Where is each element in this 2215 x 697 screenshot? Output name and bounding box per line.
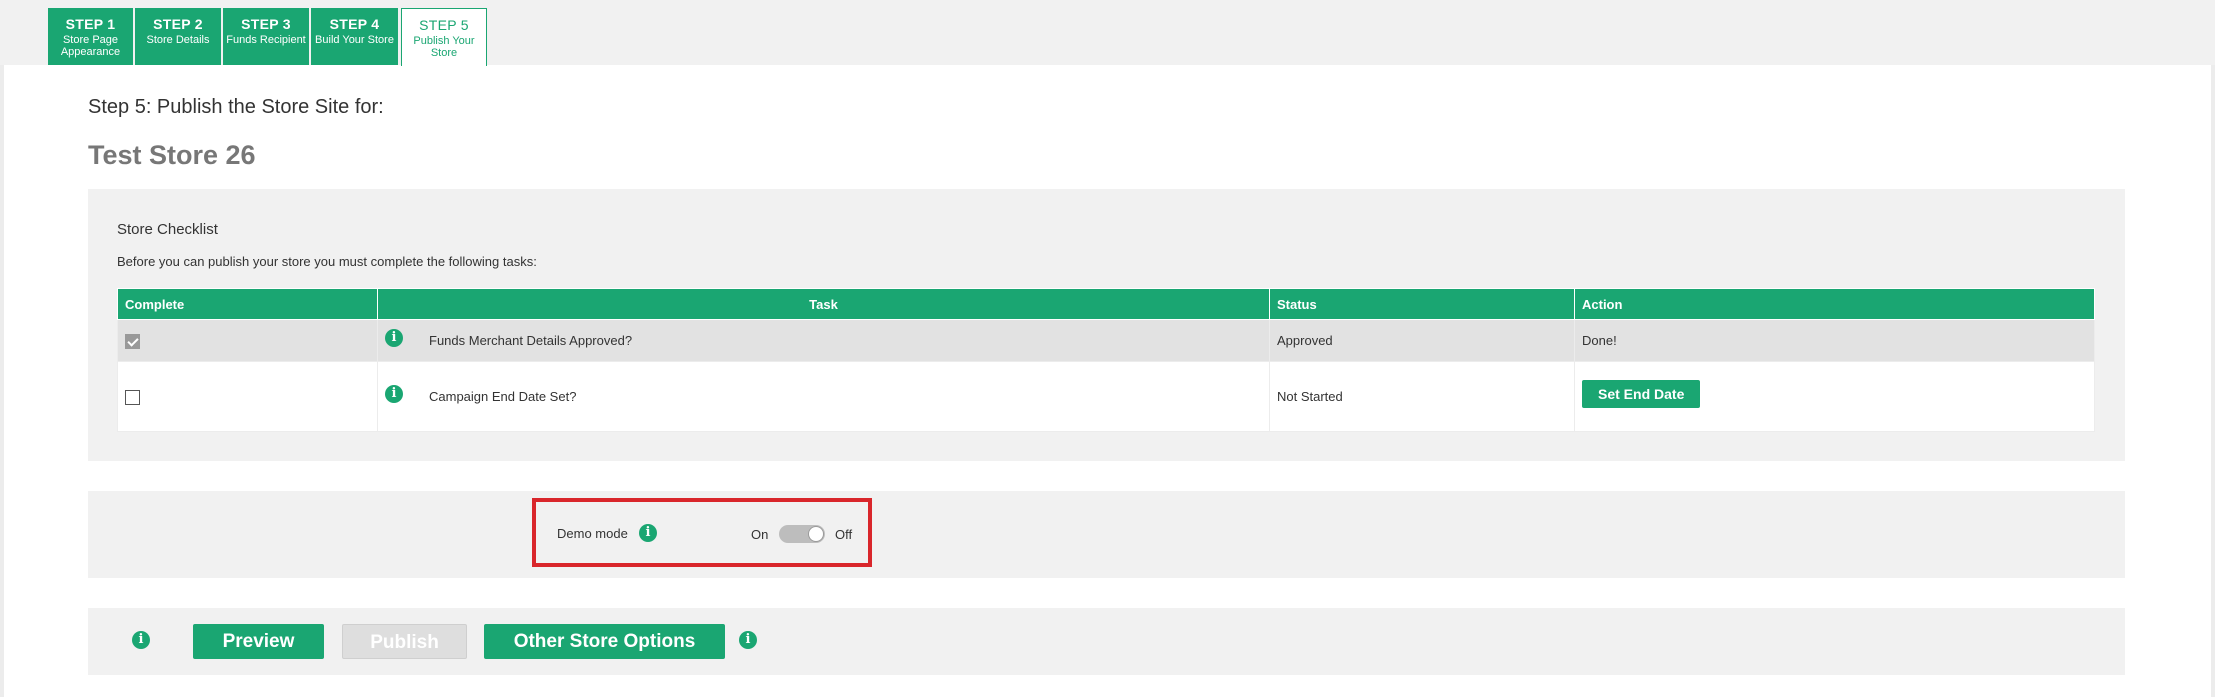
tab-step-number: STEP 5 <box>419 17 469 33</box>
set-end-date-button[interactable]: Set End Date <box>1582 379 1701 408</box>
tab-step-2[interactable]: STEP 2 Store Details <box>135 8 221 65</box>
tab-step-label: Store <box>430 47 458 59</box>
info-icon[interactable]: i <box>385 384 403 403</box>
store-checklist-panel: Store Checklist Before you can publish y… <box>88 189 2125 461</box>
info-icon[interactable]: i <box>132 631 150 649</box>
tab-step-number: STEP 4 <box>329 16 380 32</box>
tab-step-number: STEP 2 <box>153 16 203 32</box>
complete-cell <box>117 319 378 362</box>
tab-step-number: STEP 3 <box>241 16 291 32</box>
tab-step-label: Store Page <box>62 34 119 46</box>
column-header-status: Status <box>1269 288 1575 320</box>
task-cell: i Funds Merchant Details Approved? <box>377 319 1270 362</box>
task-text: Campaign End Date Set? <box>429 389 577 404</box>
task-text: Funds Merchant Details Approved? <box>429 333 633 348</box>
tab-step-5[interactable]: STEP 5 Publish Your Store <box>401 8 487 66</box>
checklist-table: Complete Task Status Action i Funds Merc… <box>117 288 2095 432</box>
demo-mode-panel <box>88 491 2125 578</box>
tab-step-3[interactable]: STEP 3 Funds Recipient <box>223 8 309 65</box>
info-icon[interactable]: i <box>739 631 757 649</box>
checklist-description: Before you can publish your store you mu… <box>117 254 537 269</box>
checklist-title: Store Checklist <box>117 221 218 238</box>
tab-step-label: Build Your Store <box>315 34 394 46</box>
complete-checkbox[interactable] <box>125 389 140 405</box>
tab-step-4[interactable]: STEP 4 Build Your Store <box>311 8 398 65</box>
table-row: i Funds Merchant Details Approved? Appro… <box>117 319 2095 362</box>
info-icon[interactable]: i <box>385 328 403 347</box>
action-cell: Set End Date <box>1574 361 2095 432</box>
column-header-action: Action <box>1574 288 2095 320</box>
step-tab-bar: STEP 1 Store Page Appearance STEP 2 Stor… <box>0 0 2215 66</box>
page-heading: Step 5: Publish the Store Site for: <box>88 96 384 118</box>
column-header-complete: Complete <box>117 288 378 320</box>
table-header-row: Complete Task Status Action <box>117 288 2095 320</box>
column-header-task: Task <box>377 288 1270 320</box>
demo-mode-toggle[interactable] <box>779 525 825 543</box>
tab-step-number: STEP 1 <box>65 16 116 32</box>
tab-step-label: Funds Recipient <box>226 34 306 46</box>
demo-mode-label: Demo mode <box>557 526 628 541</box>
tab-step-label: Store Details <box>146 34 210 46</box>
complete-cell <box>117 361 378 432</box>
status-cell: Not Started <box>1269 361 1575 432</box>
task-cell: i Campaign End Date Set? <box>377 361 1270 432</box>
status-cell: Approved <box>1269 319 1575 362</box>
toggle-off-label: Off <box>835 527 853 542</box>
preview-button[interactable]: Preview <box>193 624 324 659</box>
other-store-options-button[interactable]: Other Store Options <box>484 624 725 659</box>
info-icon[interactable]: i <box>639 524 657 542</box>
action-cell: Done! <box>1574 319 2095 362</box>
table-row: i Campaign End Date Set? Not Started Set… <box>117 361 2095 432</box>
tab-step-label: Publish Your <box>413 35 475 47</box>
tab-step-label: Appearance <box>60 46 121 58</box>
toggle-knob <box>808 526 824 542</box>
store-name-title: Test Store 26 <box>88 140 256 170</box>
tab-step-1[interactable]: STEP 1 Store Page Appearance <box>48 8 133 65</box>
publish-button[interactable]: Publish <box>342 624 467 659</box>
toggle-on-label: On <box>751 527 769 542</box>
complete-checkbox[interactable] <box>125 333 140 349</box>
